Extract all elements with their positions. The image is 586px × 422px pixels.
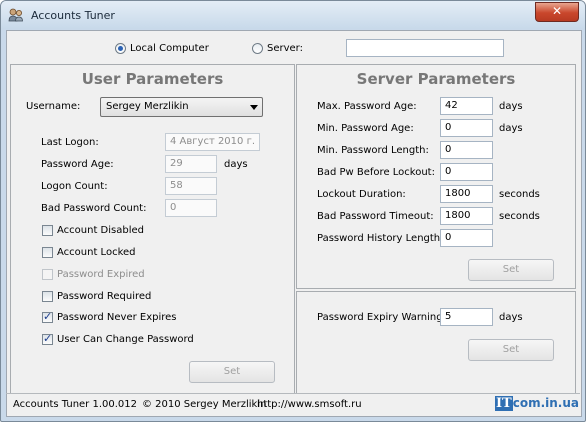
account-locked-label[interactable]: Account Locked [57, 247, 136, 258]
password-never-expires-label[interactable]: Password Never Expires [57, 312, 177, 323]
min-password-age-unit: days [499, 123, 523, 134]
max-password-age-unit: days [499, 101, 523, 112]
max-password-age-field[interactable]: 42 [440, 97, 493, 115]
server-parameters-panel: Server Parameters Max. Password Age: 42 … [296, 64, 576, 289]
version-text: Accounts Tuner 1.00.012 [13, 399, 138, 410]
expiry-warning-panel: Password Expiry Warning: 5 days Set [296, 291, 576, 394]
password-history-length-label: Password History Length: [317, 233, 444, 244]
min-password-length-field[interactable]: 0 [440, 141, 493, 159]
username-dropdown[interactable]: Sergey Merzlikin [100, 97, 263, 117]
user-can-change-password-checkbox[interactable]: ✓ [42, 332, 53, 345]
website-link[interactable]: http://www.smsoft.ru [257, 399, 362, 410]
password-expiry-warning-field[interactable]: 5 [440, 308, 493, 326]
status-separator [6, 393, 580, 394]
password-age-label: Password Age: [41, 159, 114, 170]
copyright-text: © 2010 Sergey Merzlikin [142, 399, 267, 410]
bad-password-timeout-unit: seconds [499, 211, 540, 222]
bad-password-count-field: 0 [165, 199, 217, 217]
account-disabled-label[interactable]: Account Disabled [57, 225, 144, 236]
password-required-checkbox[interactable] [42, 291, 53, 302]
username-label: Username: [26, 101, 81, 112]
min-password-length-label: Min. Password Length: [317, 145, 429, 156]
local-computer-radio[interactable] [115, 43, 126, 54]
account-disabled-checkbox[interactable] [42, 225, 53, 236]
chevron-down-icon [250, 105, 258, 110]
password-expired-label: Password Expired [57, 269, 145, 280]
server-input[interactable] [346, 39, 504, 57]
username-value: Sergey Merzlikin [106, 101, 189, 112]
checkmark-icon: ✓ [43, 310, 53, 323]
password-history-length-field[interactable]: 0 [440, 229, 493, 247]
password-age-field: 29 [165, 155, 217, 173]
password-age-unit: days [224, 159, 248, 170]
max-password-age-label: Max. Password Age: [317, 101, 417, 112]
server-parameters-title: Server Parameters [356, 70, 516, 88]
server-radio[interactable] [252, 43, 263, 54]
user-parameters-title: User Parameters [81, 70, 224, 88]
min-password-age-label: Min. Password Age: [317, 123, 414, 134]
server-set-button[interactable]: Set [468, 259, 554, 281]
local-computer-label[interactable]: Local Computer [130, 43, 209, 54]
logon-count-label: Logon Count: [41, 181, 108, 192]
logo-domain: com.in.ua [512, 396, 579, 410]
title-bar[interactable]: Accounts Tuner ✕ [1, 1, 585, 29]
last-logon-field: 4 Август 2010 г. [165, 133, 260, 151]
client-area: Local Computer Server: User Parameters U… [6, 30, 582, 417]
lockout-duration-field[interactable]: 1800 [440, 185, 493, 203]
last-logon-label: Last Logon: [41, 137, 99, 148]
app-window: Accounts Tuner ✕ Local Computer Server: … [0, 0, 586, 422]
password-expiry-warning-unit: days [499, 312, 523, 323]
close-icon: ✕ [551, 4, 563, 18]
user-parameters-panel: User Parameters Username: Sergey Merzlik… [10, 64, 295, 394]
min-password-age-field[interactable]: 0 [440, 119, 493, 137]
account-locked-checkbox[interactable] [42, 247, 53, 258]
lockout-duration-unit: seconds [499, 189, 540, 200]
bad-pw-before-lockout-field[interactable]: 0 [440, 163, 493, 181]
lockout-duration-label: Lockout Duration: [317, 189, 406, 200]
password-never-expires-checkbox[interactable]: ✓ [42, 310, 53, 323]
user-can-change-password-label[interactable]: User Can Change Password [57, 334, 194, 345]
users-icon [8, 8, 23, 22]
close-button[interactable]: ✕ [535, 2, 579, 22]
itcom-logo: ITcom.in.ua [494, 396, 579, 412]
logon-count-field: 58 [165, 177, 217, 195]
bad-pw-before-lockout-label: Bad Pw Before Lockout: [317, 167, 435, 178]
bad-password-timeout-field[interactable]: 1800 [440, 207, 493, 225]
checkmark-icon: ✓ [43, 332, 53, 345]
bad-password-timeout-label: Bad Password Timeout: [317, 211, 434, 222]
bad-password-count-label: Bad Password Count: [41, 203, 147, 214]
password-required-label[interactable]: Password Required [57, 291, 151, 302]
user-set-button[interactable]: Set [189, 361, 275, 383]
logo-it: IT [494, 396, 513, 411]
window-title: Accounts Tuner [31, 9, 115, 22]
password-expired-checkbox [42, 269, 53, 280]
password-expiry-warning-label: Password Expiry Warning: [317, 312, 446, 323]
server-label[interactable]: Server: [267, 43, 303, 54]
expiry-set-button[interactable]: Set [468, 339, 554, 361]
